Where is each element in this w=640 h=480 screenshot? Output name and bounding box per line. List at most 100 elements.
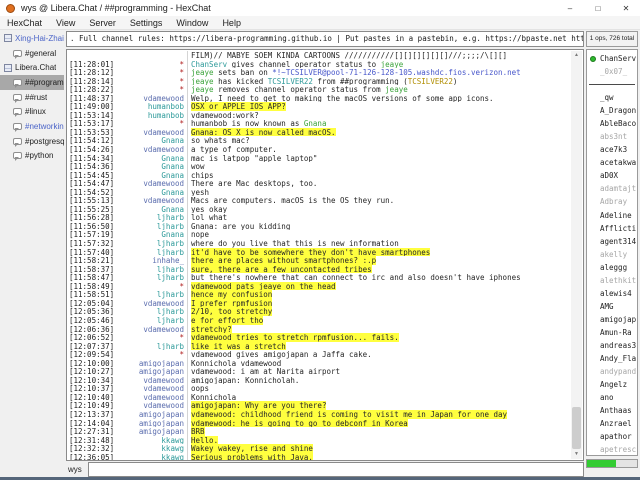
user-list-item[interactable]: Adbray bbox=[587, 195, 637, 208]
user-list-item[interactable]: Anthaas bbox=[587, 404, 637, 417]
channel-label: #general bbox=[25, 49, 56, 58]
timestamp: [12:05:04] bbox=[69, 299, 129, 308]
nick: * bbox=[129, 282, 187, 291]
nick: * bbox=[129, 333, 187, 342]
sidebar-item-postgresql[interactable]: #postgresql bbox=[0, 134, 64, 149]
user-list-item[interactable]: aleggg bbox=[587, 261, 637, 274]
chat-message-row: [11:55:13]vdamewoodMacs are computers. m… bbox=[69, 196, 570, 205]
chat-message-row: [11:28:01]*ChanServ gives channel operat… bbox=[69, 60, 570, 69]
user-list-item[interactable]: aD0X bbox=[587, 169, 637, 182]
message-text: BRB bbox=[187, 427, 570, 436]
nick: ljharb bbox=[129, 273, 187, 282]
menu-help[interactable]: Help bbox=[215, 18, 248, 28]
menu-view[interactable]: View bbox=[49, 18, 82, 28]
message-text: Macs are computers. macOS is the OS they… bbox=[187, 196, 570, 205]
scroll-up-icon[interactable]: ▲ bbox=[571, 51, 582, 60]
sidebar-item-rust[interactable]: ##rust bbox=[0, 90, 64, 105]
timestamp: [12:07:37] bbox=[69, 342, 129, 351]
chat-message-row: [11:54:34]Gnanamac is latpop "apple lapt… bbox=[69, 154, 570, 163]
chat-message-row: [11:56:50]ljharbGnana: are you kidding bbox=[69, 222, 570, 231]
sidebar-item-python[interactable]: #python bbox=[0, 149, 64, 164]
chat-message-row: [12:10:34]vdamewoodamigojapan: Konnichol… bbox=[69, 376, 570, 385]
nick: ljharb bbox=[129, 265, 187, 274]
timestamp: [12:10:49] bbox=[69, 401, 129, 410]
user-list-item[interactable]: _qw bbox=[587, 91, 637, 104]
user-list-item[interactable]: A_Dragon bbox=[587, 104, 637, 117]
nick: ljharb bbox=[129, 239, 187, 248]
scroll-down-icon[interactable]: ▼ bbox=[571, 450, 582, 459]
user-list-item[interactable]: amigojap bbox=[587, 313, 637, 326]
message-text: vdamewood pats jeaye on the head bbox=[187, 282, 570, 291]
menu-server[interactable]: Server bbox=[82, 18, 123, 28]
user-list-item[interactable]: akelly bbox=[587, 248, 637, 261]
timestamp: [12:31:48] bbox=[69, 436, 129, 445]
sidebar-item-general[interactable]: #general bbox=[0, 46, 64, 61]
message-input[interactable] bbox=[88, 462, 584, 477]
sidebar-item-programming[interactable]: ##programming bbox=[0, 75, 64, 90]
scrollbar-thumb[interactable] bbox=[572, 407, 581, 449]
user-nick: ano bbox=[600, 393, 614, 402]
timestamp: [11:57:19] bbox=[69, 230, 129, 239]
timestamp: [11:54:47] bbox=[69, 179, 129, 188]
user-list-item[interactable]: ano bbox=[587, 391, 637, 404]
user-list-item[interactable]: Angelz bbox=[587, 378, 637, 391]
chat-message-row: [11:53:14]humanbobvdamewood:work? bbox=[69, 111, 570, 120]
timestamp: [11:58:37] bbox=[69, 265, 129, 274]
user-list-item[interactable]: alewis4 bbox=[587, 287, 637, 300]
sidebar-network-libera.chat[interactable]: Libera.Chat bbox=[0, 60, 64, 75]
topic-bar[interactable]: . Full channel rules: https://libera-pro… bbox=[66, 31, 584, 47]
message-text: hence my confusion bbox=[187, 290, 570, 299]
user-nick: Adbray bbox=[600, 197, 627, 206]
timestamp: [12:36:05] bbox=[69, 453, 129, 460]
user-list-item[interactable]: Andy_Fla bbox=[587, 352, 637, 365]
timestamp: [11:58:47] bbox=[69, 273, 129, 282]
user-list-item[interactable]: adamtajt bbox=[587, 182, 637, 195]
timestamp: [12:14:04] bbox=[69, 419, 129, 428]
timestamp: [12:05:36] bbox=[69, 307, 129, 316]
operator-icon bbox=[590, 56, 596, 62]
user-list-item[interactable]: apathor bbox=[587, 430, 637, 443]
menu-settings[interactable]: Settings bbox=[123, 18, 170, 28]
chat-message-row: [12:05:04]vdamewoodI prefer rpmfusion bbox=[69, 299, 570, 308]
network-label: Xing-Hai-Zhai bbox=[15, 34, 64, 43]
menu-hexchat[interactable]: HexChat bbox=[0, 18, 49, 28]
minimize-button[interactable]: – bbox=[556, 0, 584, 16]
message-text: e for effort tho bbox=[187, 316, 570, 325]
menu-window[interactable]: Window bbox=[169, 18, 215, 28]
user-nick: andreas3 bbox=[600, 341, 636, 350]
user-list-item[interactable]: ace7k3 bbox=[587, 143, 637, 156]
nick-label[interactable]: wys bbox=[66, 465, 88, 474]
user-list-item[interactable]: acetakwa bbox=[587, 156, 637, 169]
user-list-item[interactable]: alethkit bbox=[587, 274, 637, 287]
nick: Gnana bbox=[129, 136, 187, 145]
chat-message-row: [11:54:47]vdamewoodThere are Mac desktop… bbox=[69, 179, 570, 188]
user-list-item[interactable]: Amun-Ra bbox=[587, 326, 637, 339]
nick bbox=[129, 51, 187, 60]
nick: inhahe_ bbox=[129, 256, 187, 265]
network-icon bbox=[4, 64, 12, 72]
user-list-item[interactable]: andypand bbox=[587, 365, 637, 378]
sidebar-item-linux[interactable]: #linux bbox=[0, 104, 64, 119]
timestamp: [11:58:51] bbox=[69, 290, 129, 299]
user-list-item[interactable]: apetresc bbox=[587, 443, 637, 456]
sidebar-network-xing-hai-zhai[interactable]: Xing-Hai-Zhai bbox=[0, 31, 64, 46]
user-list-item[interactable]: AMG bbox=[587, 300, 637, 313]
user-list-item[interactable]: _0x07_ bbox=[587, 65, 637, 78]
channel-label: ##rust bbox=[25, 93, 47, 102]
message-text: ChanServ gives channel operator status t… bbox=[187, 60, 570, 69]
maximize-button[interactable]: □ bbox=[584, 0, 612, 16]
user-list-item[interactable]: abs3nt bbox=[587, 130, 637, 143]
user-list-item[interactable]: AbleBaco bbox=[587, 117, 637, 130]
hexchat-app-icon bbox=[6, 4, 15, 13]
user-list-item[interactable]: Anzrael bbox=[587, 417, 637, 430]
sidebar-item-networking[interactable]: #networking bbox=[0, 119, 64, 134]
chat-scrollbar[interactable]: ▲ ▼ bbox=[571, 51, 582, 459]
user-list-item[interactable]: andreas3 bbox=[587, 339, 637, 352]
user-list-item[interactable]: agent314 bbox=[587, 235, 637, 248]
user-list-item[interactable]: Adeline bbox=[587, 209, 637, 222]
user-list-item[interactable]: Afflicti bbox=[587, 222, 637, 235]
chat-message-row: [12:10:27]amigojapanvdamewood: i am at N… bbox=[69, 367, 570, 376]
message-text: vdamewood: i am at Narita airport bbox=[187, 367, 570, 376]
close-button[interactable]: ✕ bbox=[612, 0, 640, 16]
user-list-item[interactable]: ChanServ bbox=[587, 52, 637, 65]
